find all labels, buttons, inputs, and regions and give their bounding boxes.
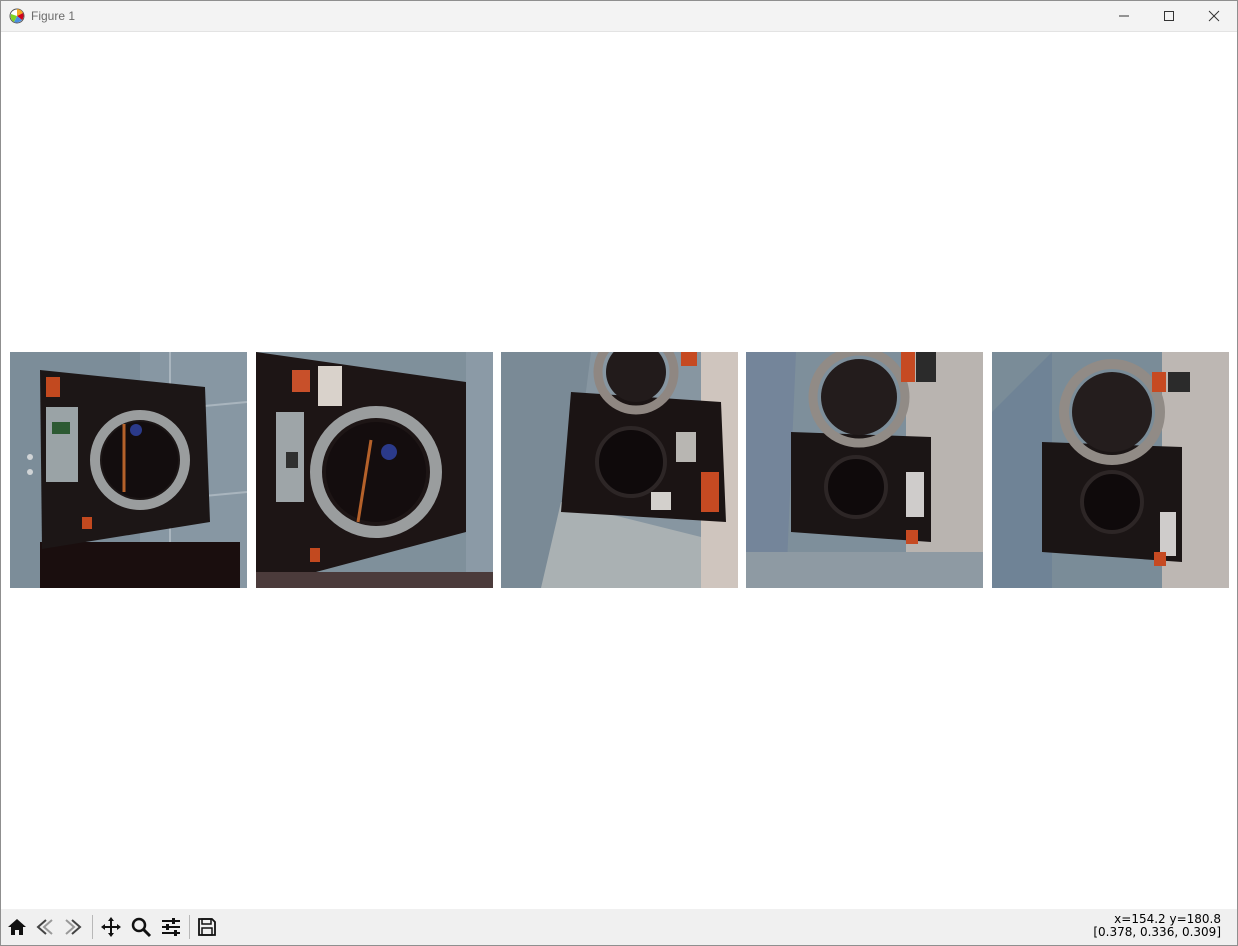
washer-photo-1 — [10, 352, 247, 588]
forward-button[interactable] — [61, 915, 85, 939]
save-button[interactable] — [195, 915, 219, 939]
forward-icon — [65, 919, 82, 935]
configure-subplots-button[interactable] — [159, 915, 183, 939]
image-subplot-5[interactable] — [992, 352, 1229, 588]
maximize-button[interactable] — [1146, 1, 1192, 31]
minimize-icon — [1119, 15, 1129, 17]
configure-subplots-icon — [162, 918, 180, 936]
zoom-button[interactable] — [129, 915, 153, 939]
pixel-value: [0.378, 0.336, 0.309] — [1093, 925, 1221, 939]
washer-photo-5 — [992, 352, 1229, 588]
title-bar[interactable]: Figure 1 — [1, 1, 1237, 32]
image-subplot-3[interactable] — [501, 352, 738, 588]
back-icon — [36, 919, 53, 935]
window-title: Figure 1 — [31, 9, 76, 23]
home-button[interactable] — [5, 915, 29, 939]
washer-photo-2 — [256, 352, 493, 588]
figure-canvas[interactable] — [1, 32, 1237, 909]
matplotlib-app-icon — [9, 8, 25, 24]
image-subplot-1[interactable] — [10, 352, 247, 588]
figure-window: Figure 1 x=154.2 y=180.8 [0.378, 0.336, … — [0, 0, 1238, 946]
toolbar-separator — [189, 915, 190, 939]
pan-icon — [101, 917, 121, 937]
home-icon — [8, 919, 26, 935]
washer-photo-4 — [746, 352, 983, 588]
navigation-toolbar: x=154.2 y=180.8 [0.378, 0.336, 0.309] — [1, 909, 1237, 945]
pan-button[interactable] — [99, 915, 123, 939]
minimize-button[interactable] — [1101, 1, 1147, 31]
close-button[interactable] — [1191, 1, 1237, 31]
image-subplot-2[interactable] — [256, 352, 493, 588]
zoom-icon — [131, 917, 152, 938]
close-icon — [1208, 10, 1220, 22]
toolbar-separator — [92, 915, 93, 939]
save-icon — [198, 918, 216, 936]
back-button[interactable] — [33, 915, 57, 939]
image-subplot-4[interactable] — [746, 352, 983, 588]
cursor-readout: x=154.2 y=180.8 [0.378, 0.336, 0.309] — [1093, 913, 1221, 939]
maximize-icon — [1164, 11, 1174, 21]
washer-photo-3 — [501, 352, 738, 588]
